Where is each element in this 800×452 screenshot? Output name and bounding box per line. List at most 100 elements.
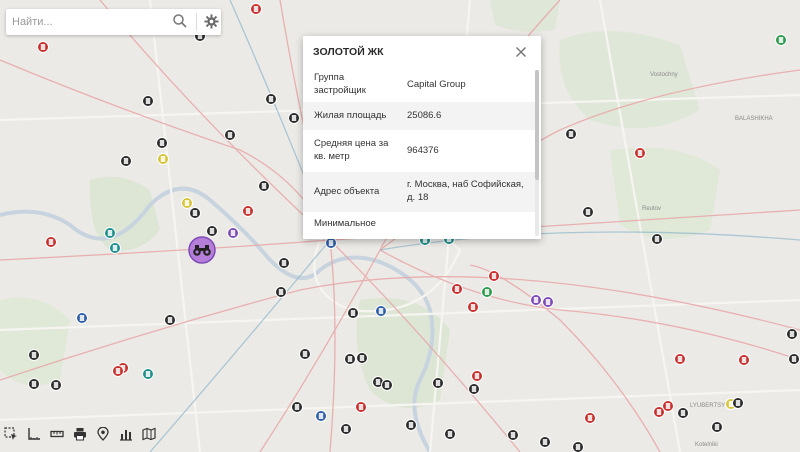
map-marker[interactable] xyxy=(582,206,594,218)
map-marker[interactable] xyxy=(104,227,116,239)
map-marker[interactable] xyxy=(468,383,480,395)
map-marker[interactable] xyxy=(405,419,417,431)
ruler-button[interactable] xyxy=(46,423,68,445)
map-marker[interactable] xyxy=(471,370,483,382)
map-marker[interactable] xyxy=(488,270,500,282)
select-tool-button[interactable] xyxy=(0,423,22,445)
scrollbar-thumb[interactable] xyxy=(535,70,539,180)
map-marker[interactable] xyxy=(375,305,387,317)
building-icon xyxy=(278,289,284,295)
map-marker[interactable] xyxy=(467,301,479,313)
map-marker[interactable] xyxy=(738,354,750,366)
map-marker[interactable] xyxy=(189,207,201,219)
map-marker[interactable] xyxy=(775,34,787,46)
building-icon xyxy=(145,98,151,104)
location-button[interactable] xyxy=(92,423,114,445)
popup-scrollbar[interactable] xyxy=(535,70,539,236)
map-marker[interactable] xyxy=(451,283,463,295)
map-marker[interactable] xyxy=(28,378,40,390)
row-label: Средняя цена за кв. метр xyxy=(314,138,389,162)
building-icon xyxy=(677,356,683,362)
map-marker[interactable] xyxy=(572,441,584,452)
map-marker[interactable] xyxy=(444,428,456,440)
map-marker[interactable] xyxy=(356,352,368,364)
map-marker[interactable] xyxy=(120,155,132,167)
map-marker[interactable] xyxy=(142,95,154,107)
search-input[interactable] xyxy=(6,10,166,34)
map-marker[interactable] xyxy=(584,412,596,424)
map-marker[interactable] xyxy=(530,294,542,306)
building-icon xyxy=(160,156,166,162)
map-marker[interactable] xyxy=(224,129,236,141)
search-icon[interactable] xyxy=(172,13,188,29)
map-marker[interactable] xyxy=(157,153,169,165)
popup-header: ЗОЛОТОЙ ЖК xyxy=(303,36,541,68)
map-marker[interactable] xyxy=(355,401,367,413)
map-marker[interactable] xyxy=(181,197,193,209)
map-marker[interactable] xyxy=(299,348,311,360)
selected-marker[interactable] xyxy=(188,236,216,264)
map-marker[interactable] xyxy=(28,349,40,361)
map-marker[interactable] xyxy=(164,314,176,326)
building-icon xyxy=(253,6,259,12)
map-marker[interactable] xyxy=(275,286,287,298)
map-marker[interactable] xyxy=(109,242,121,254)
map-marker[interactable] xyxy=(507,429,519,441)
map-marker[interactable] xyxy=(634,147,646,159)
chart-button[interactable] xyxy=(115,423,137,445)
map-marker[interactable] xyxy=(432,377,444,389)
measure-tool-button[interactable] xyxy=(23,423,45,445)
map-marker[interactable] xyxy=(651,233,663,245)
print-button[interactable] xyxy=(69,423,91,445)
map-marker[interactable] xyxy=(227,227,239,239)
gear-icon[interactable] xyxy=(204,14,219,29)
map-marker[interactable] xyxy=(45,236,57,248)
building-icon xyxy=(510,432,516,438)
map-marker[interactable] xyxy=(565,128,577,140)
map-marker[interactable] xyxy=(265,93,277,105)
layers-button[interactable] xyxy=(138,423,160,445)
map-marker[interactable] xyxy=(732,397,744,409)
building-icon xyxy=(48,239,54,245)
map-marker[interactable] xyxy=(112,365,124,377)
map-marker[interactable] xyxy=(340,423,352,435)
building-icon xyxy=(384,382,390,388)
map-marker[interactable] xyxy=(325,237,337,249)
map-marker[interactable] xyxy=(788,353,800,365)
map-marker[interactable] xyxy=(344,353,356,365)
map-marker[interactable] xyxy=(711,421,723,433)
building-icon xyxy=(281,260,287,266)
map-marker[interactable] xyxy=(288,112,300,124)
map-marker[interactable] xyxy=(291,401,303,413)
table-row: Адрес объекта г. Москва, наб Софийская, … xyxy=(303,172,535,212)
popup-body: Группа застройщик Capital Group Жилая пл… xyxy=(303,68,535,239)
map-marker[interactable] xyxy=(242,205,254,217)
building-icon xyxy=(302,351,308,357)
map-marker[interactable] xyxy=(786,328,798,340)
map-marker[interactable] xyxy=(347,307,359,319)
building-icon xyxy=(328,240,334,246)
table-row: Минимальное xyxy=(303,212,535,239)
map-marker[interactable] xyxy=(50,379,62,391)
map-marker[interactable] xyxy=(315,410,327,422)
map-marker[interactable] xyxy=(206,225,218,237)
measure-tool-icon xyxy=(28,428,40,440)
map-marker[interactable] xyxy=(481,286,493,298)
map-marker[interactable] xyxy=(278,257,290,269)
map-marker[interactable] xyxy=(258,180,270,192)
building-icon xyxy=(665,403,671,409)
close-icon[interactable] xyxy=(515,46,527,58)
map-marker[interactable] xyxy=(542,296,554,308)
map-marker[interactable] xyxy=(142,368,154,380)
map-marker[interactable] xyxy=(37,41,49,53)
map-marker[interactable] xyxy=(156,137,168,149)
map-marker[interactable] xyxy=(677,407,689,419)
map-marker[interactable] xyxy=(662,400,674,412)
building-icon xyxy=(107,230,113,236)
map-marker[interactable] xyxy=(76,312,88,324)
map-marker[interactable] xyxy=(381,379,393,391)
building-icon xyxy=(545,299,551,305)
map-marker[interactable] xyxy=(674,353,686,365)
map-marker[interactable] xyxy=(250,3,262,15)
map-marker[interactable] xyxy=(539,436,551,448)
